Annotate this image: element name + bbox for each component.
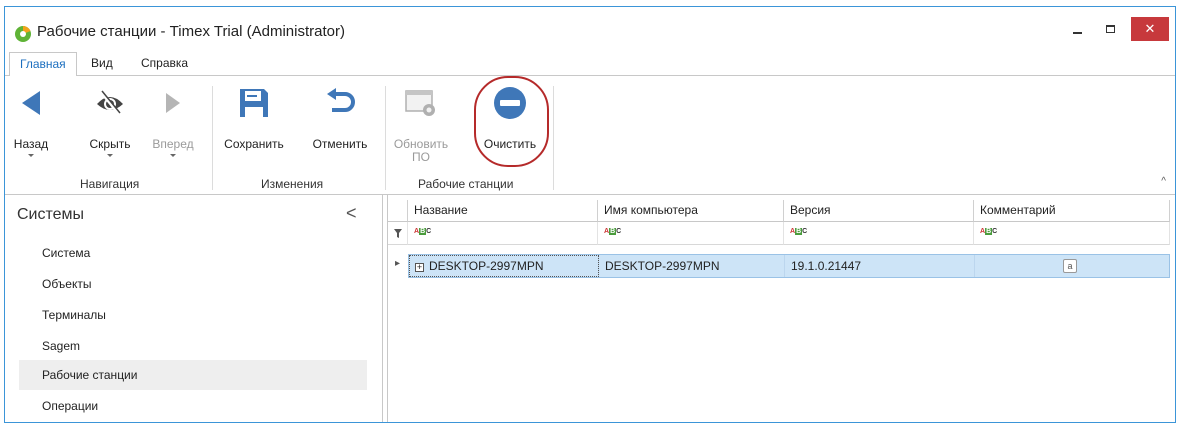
ribbon: Назад Скрыть Вперед Навигация Сохранить … bbox=[5, 76, 1175, 195]
main-window: Рабочие станции - Timex Trial (Administr… bbox=[4, 6, 1176, 423]
app-logo-icon bbox=[15, 25, 31, 42]
eye-hide-icon bbox=[97, 90, 123, 115]
title-bar[interactable]: Рабочие станции - Timex Trial (Administr… bbox=[5, 7, 1175, 53]
sidebar-item-terminals[interactable]: Терминалы bbox=[19, 300, 367, 330]
group-label-navigation: Навигация bbox=[80, 177, 140, 191]
column-header-version[interactable]: Версия bbox=[784, 200, 974, 222]
update-software-icon bbox=[405, 90, 435, 116]
sidebar-item-objects[interactable]: Объекты bbox=[19, 269, 367, 299]
update-label-line2: ПО bbox=[412, 150, 430, 164]
save-label: Сохранить bbox=[224, 137, 284, 151]
filter-row-icon bbox=[394, 229, 402, 238]
sidebar-item-sagem[interactable]: Sagem bbox=[19, 331, 367, 361]
cell-comment[interactable]: a bbox=[975, 255, 1169, 277]
close-icon: ✕ bbox=[1144, 21, 1156, 36]
group-label-workstations: Рабочие станции bbox=[418, 177, 514, 191]
table-row[interactable]: + DESKTOP-2997MPN DESKTOP-2997MPN 19.1.0.… bbox=[408, 254, 1170, 278]
text-filter-icon: ABC bbox=[604, 228, 622, 235]
highlight-ring bbox=[474, 76, 549, 167]
forward-label: Вперед bbox=[152, 137, 194, 151]
maximize-button[interactable] bbox=[1095, 17, 1125, 41]
back-label: Назад bbox=[13, 137, 49, 151]
back-arrow-icon bbox=[22, 91, 40, 115]
sidebar-item-workstations[interactable]: Рабочие станции bbox=[19, 360, 367, 390]
close-button[interactable]: ✕ bbox=[1131, 17, 1169, 41]
undo-icon bbox=[327, 88, 355, 112]
current-row-indicator-icon: ▸ bbox=[395, 258, 401, 269]
tab-view[interactable]: Вид bbox=[81, 52, 123, 76]
cell-version[interactable]: 19.1.0.21447 bbox=[785, 255, 975, 277]
filter-cell-computer[interactable]: ABC bbox=[598, 222, 784, 245]
group-label-changes: Изменения bbox=[261, 177, 324, 191]
cell-computer[interactable]: DESKTOP-2997MPN bbox=[599, 255, 785, 277]
filter-cell-comment[interactable]: ABC bbox=[974, 222, 1170, 245]
ribbon-separator bbox=[212, 86, 213, 190]
undo-button[interactable]: Отменить bbox=[305, 84, 375, 151]
back-button[interactable]: Назад bbox=[11, 84, 51, 157]
save-button[interactable]: Сохранить bbox=[219, 84, 289, 151]
column-header-name[interactable]: Название bbox=[408, 200, 598, 222]
column-header-comment[interactable]: Комментарий bbox=[974, 200, 1170, 222]
forward-arrow-icon bbox=[166, 93, 180, 113]
sidebar-item-operations[interactable]: Операции bbox=[19, 391, 367, 421]
ribbon-separator bbox=[385, 86, 386, 190]
hide-button[interactable]: Скрыть bbox=[85, 84, 135, 157]
back-dropdown-icon bbox=[28, 154, 34, 157]
panel-header: Системы bbox=[17, 206, 85, 223]
hide-dropdown-icon bbox=[107, 154, 113, 157]
save-icon bbox=[240, 89, 268, 117]
ribbon-separator bbox=[553, 86, 554, 190]
minimize-button[interactable] bbox=[1062, 17, 1092, 41]
panel-collapse-icon[interactable]: < bbox=[346, 203, 357, 224]
forward-dropdown-icon bbox=[170, 154, 176, 157]
sidebar-item-system[interactable]: Система bbox=[19, 238, 367, 268]
column-header-computer[interactable]: Имя компьютера bbox=[598, 200, 784, 222]
filter-cell-version[interactable]: ABC bbox=[784, 222, 974, 245]
text-filter-icon: ABC bbox=[790, 228, 808, 235]
text-filter-icon: ABC bbox=[980, 228, 998, 235]
update-label: Обновить bbox=[393, 137, 449, 151]
hide-label: Скрыть bbox=[89, 137, 131, 151]
focused-cell-border bbox=[409, 255, 599, 277]
undo-label: Отменить bbox=[312, 137, 368, 151]
update-software-button[interactable]: Обновить ПО bbox=[392, 84, 450, 164]
tab-help[interactable]: Справка bbox=[131, 52, 198, 76]
text-filter-icon: ABC bbox=[414, 228, 432, 235]
comment-note-icon[interactable]: a bbox=[1063, 259, 1077, 273]
ribbon-collapse-icon[interactable]: ^ bbox=[1161, 176, 1166, 187]
window-title: Рабочие станции - Timex Trial (Administr… bbox=[37, 23, 345, 40]
ribbon-tabs: Главная Вид Справка bbox=[5, 52, 1175, 77]
minimize-icon bbox=[1072, 32, 1082, 34]
row-indicator-header bbox=[388, 200, 408, 222]
forward-button[interactable]: Вперед bbox=[150, 84, 196, 157]
maximize-icon bbox=[1105, 25, 1115, 33]
tab-home[interactable]: Главная bbox=[9, 52, 77, 77]
filter-cell-name[interactable]: ABC bbox=[408, 222, 598, 245]
navigation-panel: Системы < Система Объекты Терминалы Sage… bbox=[5, 195, 383, 422]
workstations-grid: Название Имя компьютера Версия Комментар… bbox=[387, 195, 1170, 422]
filter-row-indicator bbox=[388, 222, 408, 245]
